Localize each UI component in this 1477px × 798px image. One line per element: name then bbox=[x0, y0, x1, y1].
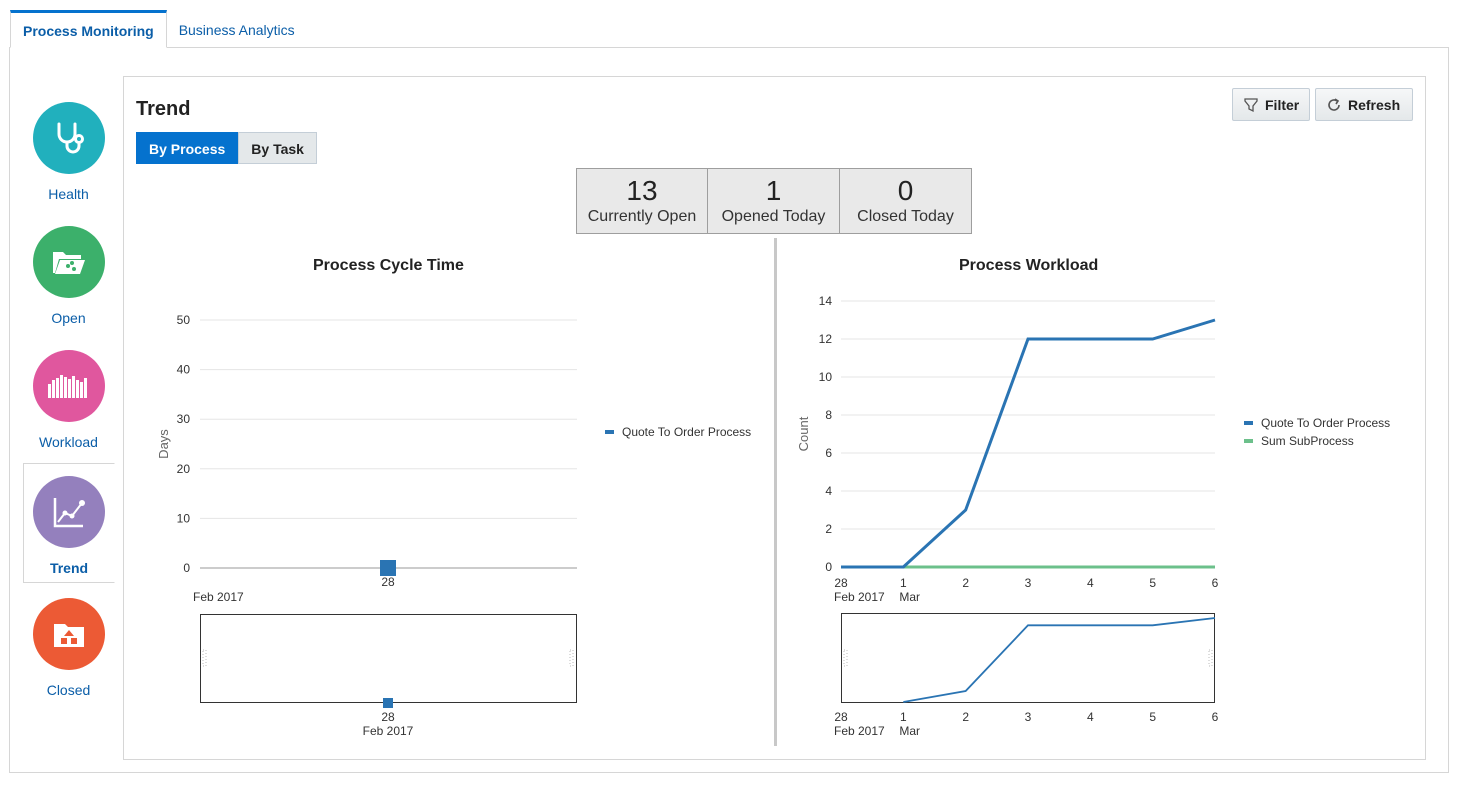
overview-x-sub-label: Feb 2017 bbox=[363, 724, 414, 738]
overview-x-tick-label: 6 bbox=[1212, 710, 1219, 724]
overview-x-tick-label: 2 bbox=[962, 710, 969, 724]
charts-canvas: 01020304050Days28Feb 201728Feb 201702468… bbox=[156, 294, 1219, 738]
x-sub-label: Feb 2017 bbox=[834, 590, 885, 604]
y-tick-label: 2 bbox=[825, 522, 832, 536]
y-tick-label: 50 bbox=[177, 313, 191, 327]
overview-left-handle bbox=[843, 649, 848, 667]
y-tick-label: 0 bbox=[825, 560, 832, 574]
y-tick-label: 10 bbox=[819, 370, 833, 384]
y-tick-label: 6 bbox=[825, 446, 832, 460]
x-tick-label: 5 bbox=[1149, 576, 1156, 590]
x-tick-label: 28 bbox=[381, 575, 395, 589]
overview-x-tick-label: 3 bbox=[1025, 710, 1032, 724]
y-tick-label: 8 bbox=[825, 408, 832, 422]
y-tick-label: 12 bbox=[819, 332, 833, 346]
tab-process-monitoring[interactable]: Process Monitoring bbox=[10, 10, 167, 48]
overview-x-tick-label: 28 bbox=[381, 710, 395, 724]
x-tick-label: 6 bbox=[1212, 576, 1219, 590]
overview-x-tick-label: 5 bbox=[1149, 710, 1156, 724]
x-tick-label: 2 bbox=[962, 576, 969, 590]
data-point bbox=[380, 560, 396, 576]
overview-box bbox=[841, 613, 1215, 703]
overview-x-tick-label: 4 bbox=[1087, 710, 1094, 724]
overview-right-handle bbox=[1208, 649, 1213, 667]
x-tick-label: 3 bbox=[1025, 576, 1032, 590]
y-tick-label: 40 bbox=[177, 363, 191, 377]
y-tick-label: 10 bbox=[177, 511, 191, 525]
sidebar-item-label: Trend bbox=[49, 560, 89, 576]
x-tick-label: 4 bbox=[1087, 576, 1094, 590]
overview-series-line bbox=[903, 617, 1216, 703]
line-chart-icon bbox=[33, 476, 105, 548]
overview-data-point bbox=[383, 698, 393, 708]
y-tick-label: 0 bbox=[183, 561, 190, 575]
overview-x-tick-label: 1 bbox=[900, 710, 907, 724]
x-tick-label: 28 bbox=[834, 576, 848, 590]
y-tick-label: 30 bbox=[177, 412, 191, 426]
overview-x-sub-label: Mar bbox=[899, 724, 920, 738]
y-axis-label: Count bbox=[796, 416, 811, 451]
series-line bbox=[841, 318, 1216, 569]
overview-left-handle bbox=[202, 649, 207, 667]
y-tick-label: 4 bbox=[825, 484, 832, 498]
y-tick-label: 20 bbox=[177, 462, 191, 476]
overview-box bbox=[200, 614, 577, 703]
sidebar-item-trend[interactable]: Trend bbox=[23, 463, 115, 583]
y-tick-label: 14 bbox=[819, 294, 833, 308]
x-sub-label: Feb 2017 bbox=[193, 590, 244, 604]
overview-x-sub-label: Feb 2017 bbox=[834, 724, 885, 738]
y-axis-label: Days bbox=[156, 429, 171, 459]
overview-right-handle bbox=[569, 649, 574, 667]
x-sub-label: Mar bbox=[899, 590, 920, 604]
overview-x-tick-label: 28 bbox=[834, 710, 848, 724]
x-tick-label: 1 bbox=[900, 576, 907, 590]
